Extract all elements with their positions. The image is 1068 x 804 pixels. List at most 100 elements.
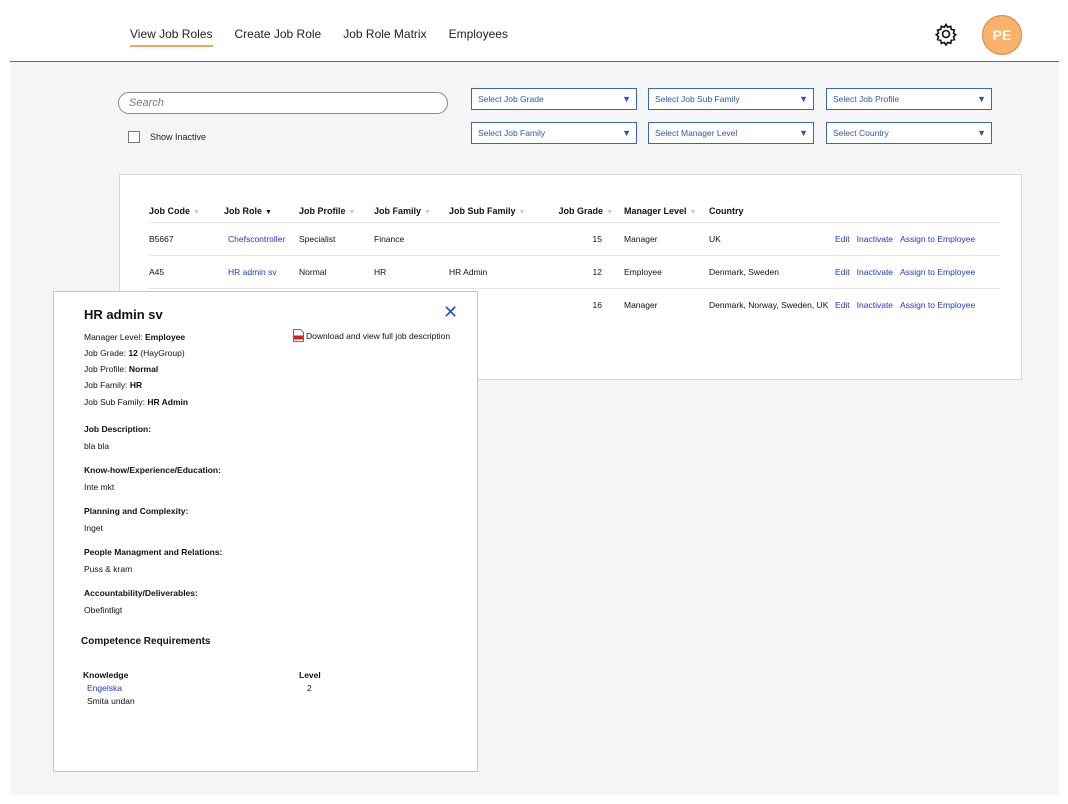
job-grade-select[interactable]: Select Job Grade ▼ [471, 88, 637, 110]
job-family-field: Job Family: HR [84, 380, 143, 390]
cell-job-sub-family: HR Admin [449, 255, 537, 289]
show-inactive-toggle[interactable]: Show Inactive [128, 131, 206, 143]
cell-country: UK [698, 222, 835, 256]
job-family-select[interactable]: Select Job Family ▼ [471, 122, 637, 144]
country-select-label: Select Country [833, 128, 889, 138]
inactivate-link[interactable]: Inactivate [857, 300, 893, 310]
manager-level-field: Manager Level: Employee [84, 332, 186, 342]
job-sub-family-field: Job Sub Family: HR Admin [84, 397, 189, 407]
cell-job-sub-family [449, 222, 537, 256]
col-job-code[interactable]: Job Code ▼ [149, 200, 224, 223]
job-grade-select-label: Select Job Grade [478, 94, 544, 104]
cell-actions: Edit Inactivate Assign to Employee [835, 255, 1000, 289]
tab-job-role-matrix[interactable]: Job Role Matrix [343, 27, 426, 47]
job-family-select-label: Select Job Family [478, 128, 546, 138]
table-row: B5667 Chefscontroller Specialist Finance… [149, 222, 1000, 256]
knowledge-link[interactable]: Engelska [87, 683, 122, 693]
job-sub-family-select[interactable]: Select Job Sub Family ▼ [648, 88, 814, 110]
cell-job-family: Finance [374, 222, 449, 256]
col-job-sub-family[interactable]: Job Sub Family ▼ [449, 200, 537, 223]
cell-job-profile: Specialist [299, 222, 374, 256]
cell-job-grade: 16 [537, 288, 613, 321]
section-value: Obefintligt [84, 605, 123, 615]
caret-down-icon: ▼ [977, 128, 986, 138]
assign-to-employee-link[interactable]: Assign to Employee [900, 300, 975, 310]
cell-job-family: HR [374, 255, 449, 289]
top-nav: View Job Roles Create Job Role Job Role … [130, 27, 530, 47]
section-value: Inget [84, 523, 103, 533]
cell-job-code: A45 [149, 255, 224, 289]
knowledge-level: 2 [307, 683, 312, 693]
competence-requirements-heading: Competence Requirements [81, 636, 211, 647]
section-heading: Job Description: [84, 424, 152, 434]
cell-job-grade: 12 [537, 255, 613, 289]
caret-down-icon: ▼ [977, 94, 986, 104]
edit-link[interactable]: Edit [835, 234, 850, 244]
download-label: Download and view full job description [306, 330, 451, 341]
col-job-role[interactable]: Job Role ▼ [224, 200, 299, 223]
close-icon[interactable]: ✕ [443, 302, 458, 323]
download-job-description-link[interactable]: Download and view full job description [293, 329, 450, 342]
cell-country: Denmark, Norway, Sweden, UK [698, 288, 835, 321]
tab-employees[interactable]: Employees [449, 27, 508, 47]
job-role-link[interactable]: HR admin sv [224, 255, 299, 289]
job-role-link[interactable]: Chefscontroller [224, 222, 299, 256]
assign-to-employee-link[interactable]: Assign to Employee [900, 234, 975, 244]
job-profile-field: Job Profile: Normal [84, 364, 159, 374]
section-value: bla bla [84, 441, 110, 451]
cell-manager-level: Manager [613, 222, 698, 256]
inactivate-link[interactable]: Inactivate [857, 267, 893, 277]
gear-icon[interactable] [934, 22, 958, 46]
col-job-profile[interactable]: Job Profile ▼ [299, 200, 374, 223]
avatar[interactable]: PE [982, 15, 1022, 55]
search-input[interactable]: Search [118, 92, 448, 114]
col-manager-level[interactable]: Manager Level ▼ [613, 200, 698, 223]
col-actions [835, 200, 1000, 223]
show-inactive-label: Show Inactive [150, 132, 207, 142]
cell-job-grade: 15 [537, 222, 613, 256]
job-profile-select-label: Select Job Profile [833, 94, 900, 104]
col-job-family[interactable]: Job Family ▼ [374, 200, 449, 223]
popup-title: HR admin sv [84, 307, 163, 322]
section-value: Puss & kram [84, 564, 133, 574]
caret-down-icon: ▼ [799, 94, 808, 104]
section-value: Inte mkt [84, 482, 115, 492]
table-header-row: Job Code ▼ Job Role ▼ Job Profile ▼ Job Fam… [149, 200, 1000, 223]
col-job-grade[interactable]: Job Grade ▼ [537, 200, 613, 223]
table-row: A45 HR admin sv Normal HR HR Admin 12 Em… [149, 255, 1000, 289]
job-grade-field: Job Grade: 12 (HayGroup) [84, 348, 185, 358]
tab-view-job-roles[interactable]: View Job Roles [130, 27, 213, 47]
section-heading: People Managment and Relations: [84, 547, 223, 557]
cell-manager-level: Employee [613, 255, 698, 289]
edit-link[interactable]: Edit [835, 300, 850, 310]
knowledge-header: Knowledge [83, 670, 129, 680]
country-select[interactable]: Select Country ▼ [826, 122, 992, 144]
section-heading: Know-how/Experience/Education: [84, 465, 221, 475]
cell-manager-level: Manager [613, 288, 698, 321]
cell-job-code: B5667 [149, 222, 224, 256]
knowledge-item: Smita undan [87, 696, 135, 706]
col-country[interactable]: Country [698, 200, 835, 223]
caret-down-icon: ▼ [622, 94, 631, 104]
inactivate-link[interactable]: Inactivate [857, 234, 893, 244]
header-divider [10, 61, 1059, 62]
job-sub-family-select-label: Select Job Sub Family [655, 94, 740, 104]
section-heading: Planning and Complexity: [84, 506, 189, 516]
caret-down-icon: ▼ [622, 128, 631, 138]
edit-link[interactable]: Edit [835, 267, 850, 277]
cell-country: Denmark, Sweden [698, 255, 835, 289]
cell-actions: Edit Inactivate Assign to Employee [835, 222, 1000, 256]
caret-down-icon: ▼ [799, 128, 808, 138]
assign-to-employee-link[interactable]: Assign to Employee [900, 267, 975, 277]
job-role-detail-popup: HR admin sv ✕ Download and view full job… [53, 291, 478, 772]
tab-create-job-role[interactable]: Create Job Role [235, 27, 322, 47]
manager-level-select-label: Select Manager Level [655, 128, 738, 138]
section-heading: Accountability/Deliverables: [84, 588, 198, 598]
cell-actions: Edit Inactivate Assign to Employee [835, 288, 1000, 321]
show-inactive-checkbox[interactable] [128, 131, 140, 143]
level-header: Level [299, 670, 321, 680]
manager-level-select[interactable]: Select Manager Level ▼ [648, 122, 814, 144]
cell-job-profile: Normal [299, 255, 374, 289]
pdf-icon [293, 329, 304, 342]
job-profile-select[interactable]: Select Job Profile ▼ [826, 88, 992, 110]
